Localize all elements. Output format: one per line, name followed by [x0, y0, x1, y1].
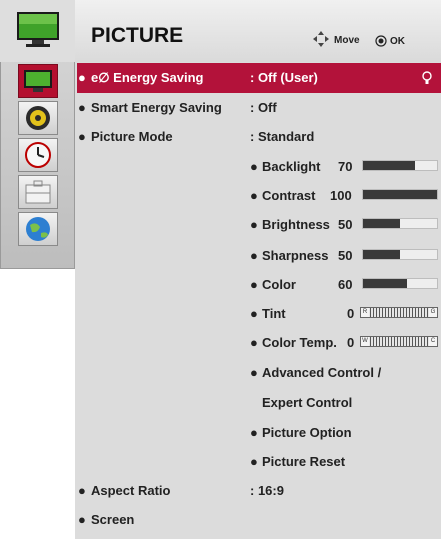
bullet: ● — [78, 483, 86, 498]
sidebar-item-network[interactable] — [18, 212, 58, 246]
contrast-slider[interactable] — [362, 189, 438, 200]
page-title: PICTURE — [91, 24, 184, 47]
menu-item-tint[interactable]: Tint — [262, 306, 286, 321]
ok-button-icon — [375, 35, 387, 47]
color-temp-slider[interactable]: W C — [360, 336, 438, 347]
tint-left-label: R — [361, 308, 369, 317]
bullet: ● — [250, 425, 258, 440]
bullet: ● — [78, 100, 86, 115]
menu-item-screen[interactable]: Screen — [91, 512, 134, 527]
tint-value: 0 — [347, 306, 355, 321]
color-slider[interactable] — [362, 278, 438, 289]
sidebar-item-option[interactable] — [18, 175, 58, 209]
bullet: ● — [250, 188, 258, 203]
smart-energy-saving-value: : Off — [250, 100, 277, 115]
menu-item-advanced-control[interactable]: Advanced Control / — [262, 365, 381, 380]
menu-item-expert-control[interactable]: Expert Control — [262, 395, 352, 410]
menu-item-sharpness[interactable]: Sharpness — [262, 248, 328, 263]
menu-item-picture-option[interactable]: Picture Option — [262, 425, 352, 440]
color-temp-right-label: C — [429, 337, 437, 346]
menu-item-picture-reset[interactable]: Picture Reset — [262, 454, 345, 469]
menu-item-picture-mode[interactable]: Picture Mode — [91, 129, 173, 144]
tint-slider[interactable]: R G — [360, 307, 438, 318]
backlight-value: 70 — [338, 159, 353, 174]
bullet: ● — [250, 159, 258, 174]
brightness-slider[interactable] — [362, 218, 438, 229]
brightness-value: 50 — [338, 217, 353, 232]
bullet: ● — [78, 129, 86, 144]
bullet: ● — [250, 365, 258, 380]
energy-saving-label: e∅ Energy Saving — [91, 70, 204, 85]
backlight-slider[interactable] — [362, 160, 438, 171]
menu-item-contrast[interactable]: Contrast — [262, 188, 315, 203]
energy-saving-value: : Off (User) — [250, 70, 318, 85]
aspect-ratio-value: : 16:9 — [250, 483, 284, 498]
color-temp-left-label: W — [361, 337, 369, 346]
sharpness-value: 50 — [338, 248, 353, 263]
bullet: ● — [78, 512, 86, 527]
bullet: ● — [250, 454, 258, 469]
sidebar-header — [0, 0, 75, 62]
tv-icon — [24, 70, 52, 92]
color-value: 60 — [338, 277, 353, 292]
contrast-value: 100 — [330, 188, 352, 203]
tint-right-label: G — [429, 308, 437, 317]
ok-hint: OK — [390, 36, 405, 47]
picture-mode-value: : Standard — [250, 129, 315, 144]
sidebar-item-audio[interactable] — [18, 101, 58, 135]
menu-item-brightness[interactable]: Brightness — [262, 217, 330, 232]
menu-item-backlight[interactable]: Backlight — [262, 159, 321, 174]
sharpness-slider[interactable] — [362, 249, 438, 260]
menu-item-aspect-ratio[interactable]: Aspect Ratio — [91, 483, 170, 498]
tv-icon — [17, 12, 59, 47]
move-arrows-icon — [313, 31, 329, 47]
sidebar-item-time[interactable] — [18, 138, 58, 172]
bullet: ● — [78, 70, 86, 85]
bullet: ● — [250, 277, 258, 292]
speaker-icon — [26, 106, 50, 130]
bullet: ● — [250, 248, 258, 263]
bullet: ● — [250, 217, 258, 232]
clock-icon — [25, 142, 51, 168]
bulb-icon — [422, 71, 432, 84]
menu-item-color[interactable]: Color — [262, 277, 296, 292]
menu-item-smart-energy-saving[interactable]: Smart Energy Saving — [91, 100, 222, 115]
bullet: ● — [250, 306, 258, 321]
bullet: ● — [250, 335, 258, 350]
move-hint: Move — [334, 35, 360, 46]
sidebar-item-picture[interactable] — [18, 64, 58, 98]
briefcase-icon — [25, 180, 51, 204]
globe-icon — [26, 217, 50, 241]
menu-item-color-temp[interactable]: Color Temp. — [262, 335, 337, 350]
color-temp-value: 0 — [347, 335, 355, 350]
